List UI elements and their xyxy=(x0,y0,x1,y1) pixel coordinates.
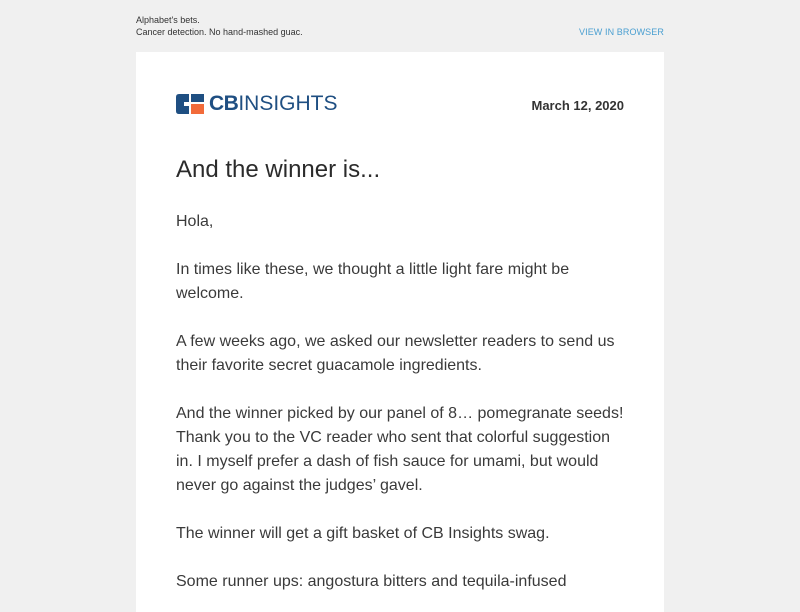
logo-wordmark: CBINSIGHTS xyxy=(209,92,338,115)
body-paragraph: And the winner picked by our panel of 8…… xyxy=(176,405,624,494)
body-paragraph: Some runner ups: angostura bitters and t… xyxy=(176,573,567,590)
cb-insights-logo[interactable]: CBINSIGHTS xyxy=(176,92,338,115)
headline: And the winner is... xyxy=(176,156,381,183)
newsletter-date: March 12, 2020 xyxy=(531,98,624,113)
logo-text-insights: INSIGHTS xyxy=(238,92,338,115)
greeting: Hola, xyxy=(176,213,214,230)
preheader-line-1: Alphabet's bets. xyxy=(136,15,200,25)
cb-insights-logo-icon xyxy=(176,94,204,114)
logo-text-cb: CB xyxy=(209,92,239,115)
body-paragraph: A few weeks ago, we asked our newsletter… xyxy=(176,333,615,374)
body-paragraph: In times like these, we thought a little… xyxy=(176,261,570,302)
preheader-line-2: Cancer detection. No hand-mashed guac. xyxy=(136,27,303,37)
body-paragraph: The winner will get a gift basket of CB … xyxy=(176,525,550,542)
view-in-browser-link[interactable]: VIEW IN BROWSER xyxy=(579,27,664,37)
preheader: Alphabet's bets. Cancer detection. No ha… xyxy=(136,14,303,38)
email-body: And the winner is... Hola, In times like… xyxy=(176,156,628,612)
email-card: CBINSIGHTS March 12, 2020 And the winner… xyxy=(136,52,664,612)
